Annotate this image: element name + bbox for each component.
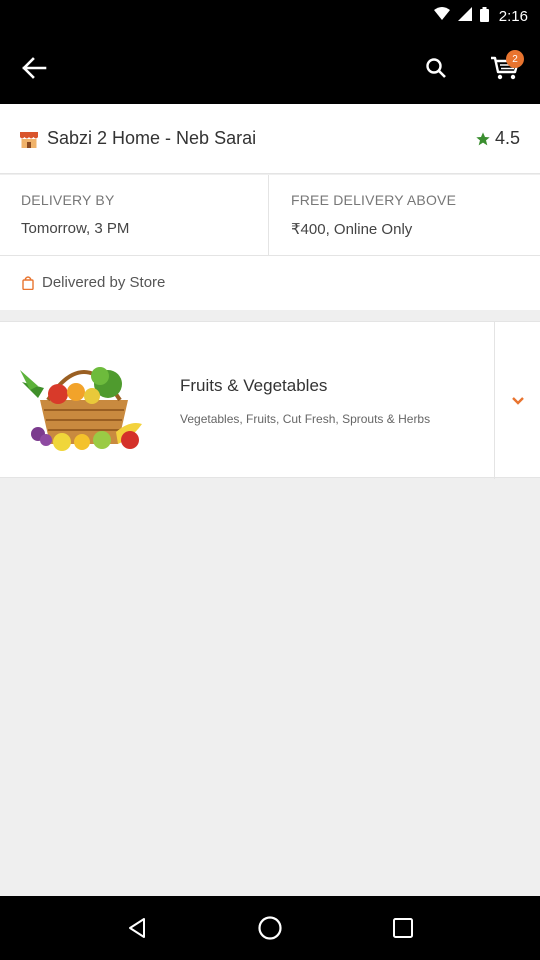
delivery-info: DELIVERY BY Tomorrow, 3 PM FREE DELIVERY… [0, 175, 540, 256]
store-name: Sabzi 2 Home - Neb Sarai [47, 128, 257, 148]
cart-count-badge: 2 [506, 50, 524, 68]
search-button[interactable] [416, 48, 456, 88]
delivered-by-store: Delivered by Store [0, 256, 540, 310]
free-delivery-value: ₹400, Online Only [291, 221, 413, 238]
delivery-by-section: DELIVERY BY Tomorrow, 3 PM [0, 175, 269, 256]
nav-back-button[interactable] [117, 908, 157, 948]
store-rating: 4.5 [475, 128, 520, 149]
nav-recents-button[interactable] [383, 908, 423, 948]
category-title: Fruits & Vegetables [180, 376, 328, 395]
delivery-by-label: DELIVERY BY [21, 192, 115, 208]
cellular-icon [457, 7, 472, 25]
star-icon [476, 131, 490, 145]
search-icon [426, 58, 446, 78]
rating-value: 4.5 [494, 128, 520, 148]
nav-home-button[interactable] [250, 908, 290, 948]
back-triangle-icon [128, 918, 145, 938]
delivered-by-store-text: Delivered by Store [42, 274, 166, 291]
arrow-left-icon [22, 57, 47, 79]
system-nav-bar [0, 896, 540, 960]
status-bar: 2:16 [0, 0, 540, 32]
cart-button[interactable]: 2 [482, 46, 528, 90]
back-button[interactable] [14, 48, 54, 88]
storefront-icon [20, 132, 38, 148]
status-time: 2:16 [498, 7, 528, 25]
category-expand-button[interactable] [495, 322, 540, 479]
free-delivery-section: FREE DELIVERY ABOVE ₹400, Online Only [270, 175, 540, 256]
category-subtitle: Vegetables, Fruits, Cut Fresh, Sprouts &… [180, 412, 431, 426]
category-item[interactable]: Fruits & Vegetables Vegetables, Fruits, … [0, 321, 540, 479]
status-icons [433, 6, 489, 26]
battery-icon [479, 6, 489, 26]
home-circle-icon [258, 916, 282, 940]
recents-square-icon [393, 918, 414, 938]
app-bar: 2 [0, 32, 540, 104]
wifi-icon [433, 7, 450, 25]
delivery-by-value: Tomorrow, 3 PM [21, 220, 130, 237]
free-delivery-label: FREE DELIVERY ABOVE [291, 192, 457, 208]
chevron-down-icon [511, 396, 524, 405]
fruit-basket-image [20, 367, 142, 451]
store-header: Sabzi 2 Home - Neb Sarai 4.5 [0, 104, 540, 174]
shopping-bag-icon [22, 276, 34, 290]
